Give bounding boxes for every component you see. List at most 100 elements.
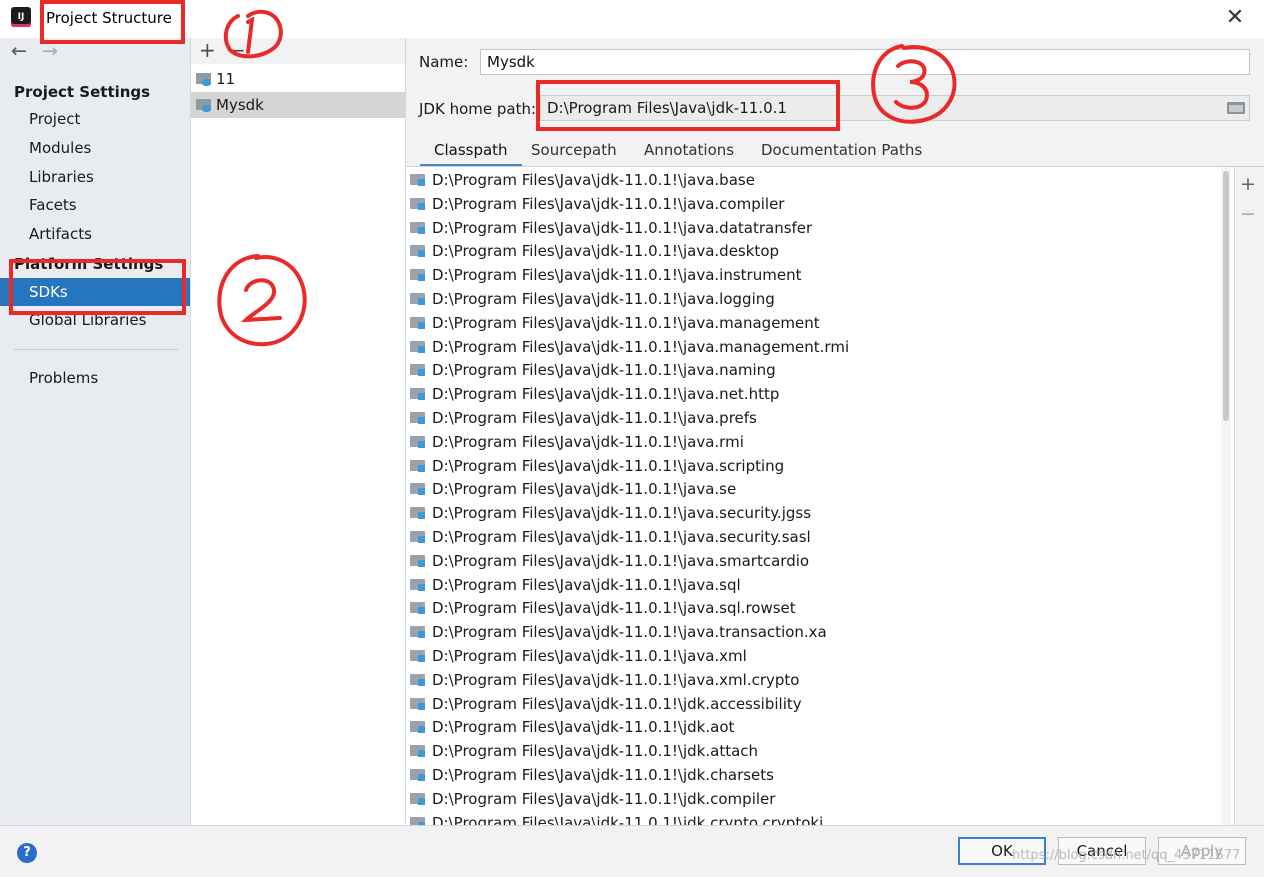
- module-jar-icon: [410, 340, 425, 353]
- sidebar-item-artifacts[interactable]: Artifacts: [0, 220, 190, 248]
- classpath-entry-label: D:\Program Files\Java\jdk-11.0.1!\java.x…: [432, 670, 800, 689]
- classpath-entry-label: D:\Program Files\Java\jdk-11.0.1!\jdk.ac…: [432, 694, 802, 713]
- annotation-number-3: [871, 44, 957, 124]
- annotation-box-title: [40, 0, 185, 44]
- classpath-entry[interactable]: D:\Program Files\Java\jdk-11.0.1!\java.x…: [406, 668, 1221, 692]
- classpath-entry-label: D:\Program Files\Java\jdk-11.0.1!\java.n…: [432, 385, 780, 404]
- tab-annotations[interactable]: Annotations: [630, 136, 748, 164]
- classpath-entry-label: D:\Program Files\Java\jdk-11.0.1!\java.m…: [432, 313, 820, 332]
- sidebar-divider: [14, 349, 178, 350]
- sidebar-item-project[interactable]: Project: [0, 105, 190, 133]
- classpath-entry-label: D:\Program Files\Java\jdk-11.0.1!\java.b…: [432, 171, 755, 189]
- module-jar-icon: [410, 364, 425, 377]
- title-bar: IJ Project Structure ✕: [0, 0, 1264, 38]
- classpath-entry[interactable]: D:\Program Files\Java\jdk-11.0.1!\java.b…: [406, 168, 1221, 192]
- classpath-entry-label: D:\Program Files\Java\jdk-11.0.1!\java.c…: [432, 194, 785, 213]
- dialog-footer: ? OK Cancel Apply https://blog.csdn.net/…: [0, 825, 1264, 877]
- close-icon[interactable]: ✕: [1218, 4, 1252, 32]
- tab-documentation-paths[interactable]: Documentation Paths: [747, 136, 936, 164]
- module-jar-icon: [410, 745, 425, 758]
- annotation-box-home-path: [536, 80, 840, 131]
- browse-folder-icon[interactable]: [1227, 102, 1245, 114]
- classpath-entry[interactable]: D:\Program Files\Java\jdk-11.0.1!\java.s…: [406, 477, 1221, 501]
- classpath-scrollbar[interactable]: [1221, 167, 1231, 825]
- classpath-entry[interactable]: D:\Program Files\Java\jdk-11.0.1!\java.c…: [406, 192, 1221, 216]
- classpath-entry[interactable]: D:\Program Files\Java\jdk-11.0.1!\java.s…: [406, 596, 1221, 620]
- classpath-entry[interactable]: D:\Program Files\Java\jdk-11.0.1!\java.x…: [406, 644, 1221, 668]
- classpath-entry[interactable]: D:\Program Files\Java\jdk-11.0.1!\java.i…: [406, 263, 1221, 287]
- sdk-item-label: 11: [216, 70, 236, 88]
- back-arrow-icon[interactable]: ←: [11, 40, 27, 62]
- classpath-entry-label: D:\Program Files\Java\jdk-11.0.1!\java.r…: [432, 432, 744, 451]
- scrollbar-thumb[interactable]: [1223, 171, 1229, 421]
- classpath-entry[interactable]: D:\Program Files\Java\jdk-11.0.1!\java.s…: [406, 501, 1221, 525]
- watermark-text: https://blog.csdn.net/qq_43711677: [1012, 848, 1241, 863]
- annotation-box-sdks: [9, 259, 186, 315]
- add-sdk-icon[interactable]: +: [199, 40, 216, 60]
- module-jar-icon: [410, 435, 425, 448]
- tab-classpath[interactable]: Classpath: [420, 136, 522, 167]
- classpath-entry[interactable]: D:\Program Files\Java\jdk-11.0.1!\java.s…: [406, 525, 1221, 549]
- module-jar-icon: [410, 626, 425, 639]
- classpath-entry[interactable]: D:\Program Files\Java\jdk-11.0.1!\jdk.at…: [406, 739, 1221, 763]
- sidebar-item-modules[interactable]: Modules: [0, 134, 190, 162]
- sdk-item-11[interactable]: 11: [191, 66, 405, 92]
- sdk-item-label: Mysdk: [216, 96, 264, 114]
- classpath-entry[interactable]: D:\Program Files\Java\jdk-11.0.1!\java.t…: [406, 620, 1221, 644]
- annotation-number-2: [217, 254, 307, 347]
- sidebar-item-libraries[interactable]: Libraries: [0, 163, 190, 191]
- add-path-icon[interactable]: +: [1240, 173, 1256, 195]
- jdk-folder-icon: [196, 73, 211, 86]
- classpath-entry[interactable]: D:\Program Files\Java\jdk-11.0.1!\java.m…: [406, 311, 1221, 335]
- classpath-entry-label: D:\Program Files\Java\jdk-11.0.1!\java.x…: [432, 647, 747, 665]
- sdk-item-mysdk[interactable]: Mysdk: [191, 92, 405, 118]
- module-jar-icon: [410, 174, 425, 186]
- sidebar-item-problems[interactable]: Problems: [0, 364, 190, 392]
- classpath-entry[interactable]: D:\Program Files\Java\jdk-11.0.1!\java.r…: [406, 430, 1221, 454]
- sdk-name-input[interactable]: [480, 49, 1250, 75]
- classpath-list[interactable]: D:\Program Files\Java\jdk-11.0.1!\java.b…: [406, 167, 1235, 825]
- module-jar-icon: [410, 721, 425, 734]
- module-jar-icon: [410, 792, 425, 805]
- classpath-entry-label: D:\Program Files\Java\jdk-11.0.1!\java.l…: [432, 290, 775, 308]
- classpath-entry[interactable]: D:\Program Files\Java\jdk-11.0.1!\java.p…: [406, 406, 1221, 430]
- classpath-entry[interactable]: D:\Program Files\Java\jdk-11.0.1!\jdk.ch…: [406, 763, 1221, 787]
- classpath-entry[interactable]: D:\Program Files\Java\jdk-11.0.1!\java.d…: [406, 239, 1221, 263]
- classpath-entry[interactable]: D:\Program Files\Java\jdk-11.0.1!\jdk.cr…: [406, 811, 1221, 825]
- classpath-entry-label: D:\Program Files\Java\jdk-11.0.1!\java.s…: [432, 480, 737, 499]
- settings-sidebar: ← → Project Settings Project Modules Lib…: [0, 38, 191, 825]
- classpath-entry-label: D:\Program Files\Java\jdk-11.0.1!\java.s…: [432, 456, 785, 475]
- module-jar-icon: [410, 269, 425, 282]
- classpath-entry[interactable]: D:\Program Files\Java\jdk-11.0.1!\java.m…: [406, 335, 1221, 359]
- classpath-entry[interactable]: D:\Program Files\Java\jdk-11.0.1!\jdk.ac…: [406, 692, 1221, 716]
- remove-path-icon[interactable]: −: [1240, 203, 1256, 225]
- module-jar-icon: [410, 293, 425, 305]
- help-icon[interactable]: ?: [17, 843, 37, 863]
- classpath-entry[interactable]: D:\Program Files\Java\jdk-11.0.1!\java.s…: [406, 573, 1221, 597]
- classpath-entry[interactable]: D:\Program Files\Java\jdk-11.0.1!\java.n…: [406, 358, 1221, 382]
- module-jar-icon: [410, 816, 425, 825]
- name-label: Name:: [419, 53, 469, 71]
- classpath-entry[interactable]: D:\Program Files\Java\jdk-11.0.1!\java.l…: [406, 287, 1221, 311]
- intellij-app-icon: IJ: [11, 7, 31, 27]
- classpath-entry[interactable]: D:\Program Files\Java\jdk-11.0.1!\jdk.ao…: [406, 715, 1221, 739]
- module-jar-icon: [410, 531, 425, 543]
- classpath-entry[interactable]: D:\Program Files\Java\jdk-11.0.1!\jdk.co…: [406, 787, 1221, 811]
- classpath-entry[interactable]: D:\Program Files\Java\jdk-11.0.1!\java.s…: [406, 549, 1221, 573]
- classpath-entry-label: D:\Program Files\Java\jdk-11.0.1!\jdk.cr…: [432, 813, 824, 825]
- module-jar-icon: [410, 221, 425, 234]
- annotation-number-1: [223, 9, 283, 59]
- module-jar-icon: [410, 388, 425, 401]
- module-jar-icon: [410, 412, 425, 424]
- classpath-entry[interactable]: D:\Program Files\Java\jdk-11.0.1!\java.s…: [406, 454, 1221, 478]
- classpath-entry[interactable]: D:\Program Files\Java\jdk-11.0.1!\java.d…: [406, 216, 1221, 240]
- classpath-entry-label: D:\Program Files\Java\jdk-11.0.1!\java.s…: [432, 504, 812, 523]
- classpath-entry-label: D:\Program Files\Java\jdk-11.0.1!\jdk.ao…: [432, 718, 735, 737]
- classpath-entry[interactable]: D:\Program Files\Java\jdk-11.0.1!\java.n…: [406, 382, 1221, 406]
- tab-sourcepath[interactable]: Sourcepath: [517, 136, 631, 164]
- classpath-entry-label: D:\Program Files\Java\jdk-11.0.1!\java.m…: [432, 337, 850, 356]
- sidebar-item-facets[interactable]: Facets: [0, 191, 190, 219]
- jdk-folder-icon: [196, 99, 211, 112]
- classpath-entry-label: D:\Program Files\Java\jdk-11.0.1!\java.t…: [432, 623, 827, 642]
- classpath-entry-label: D:\Program Files\Java\jdk-11.0.1!\java.n…: [432, 361, 776, 380]
